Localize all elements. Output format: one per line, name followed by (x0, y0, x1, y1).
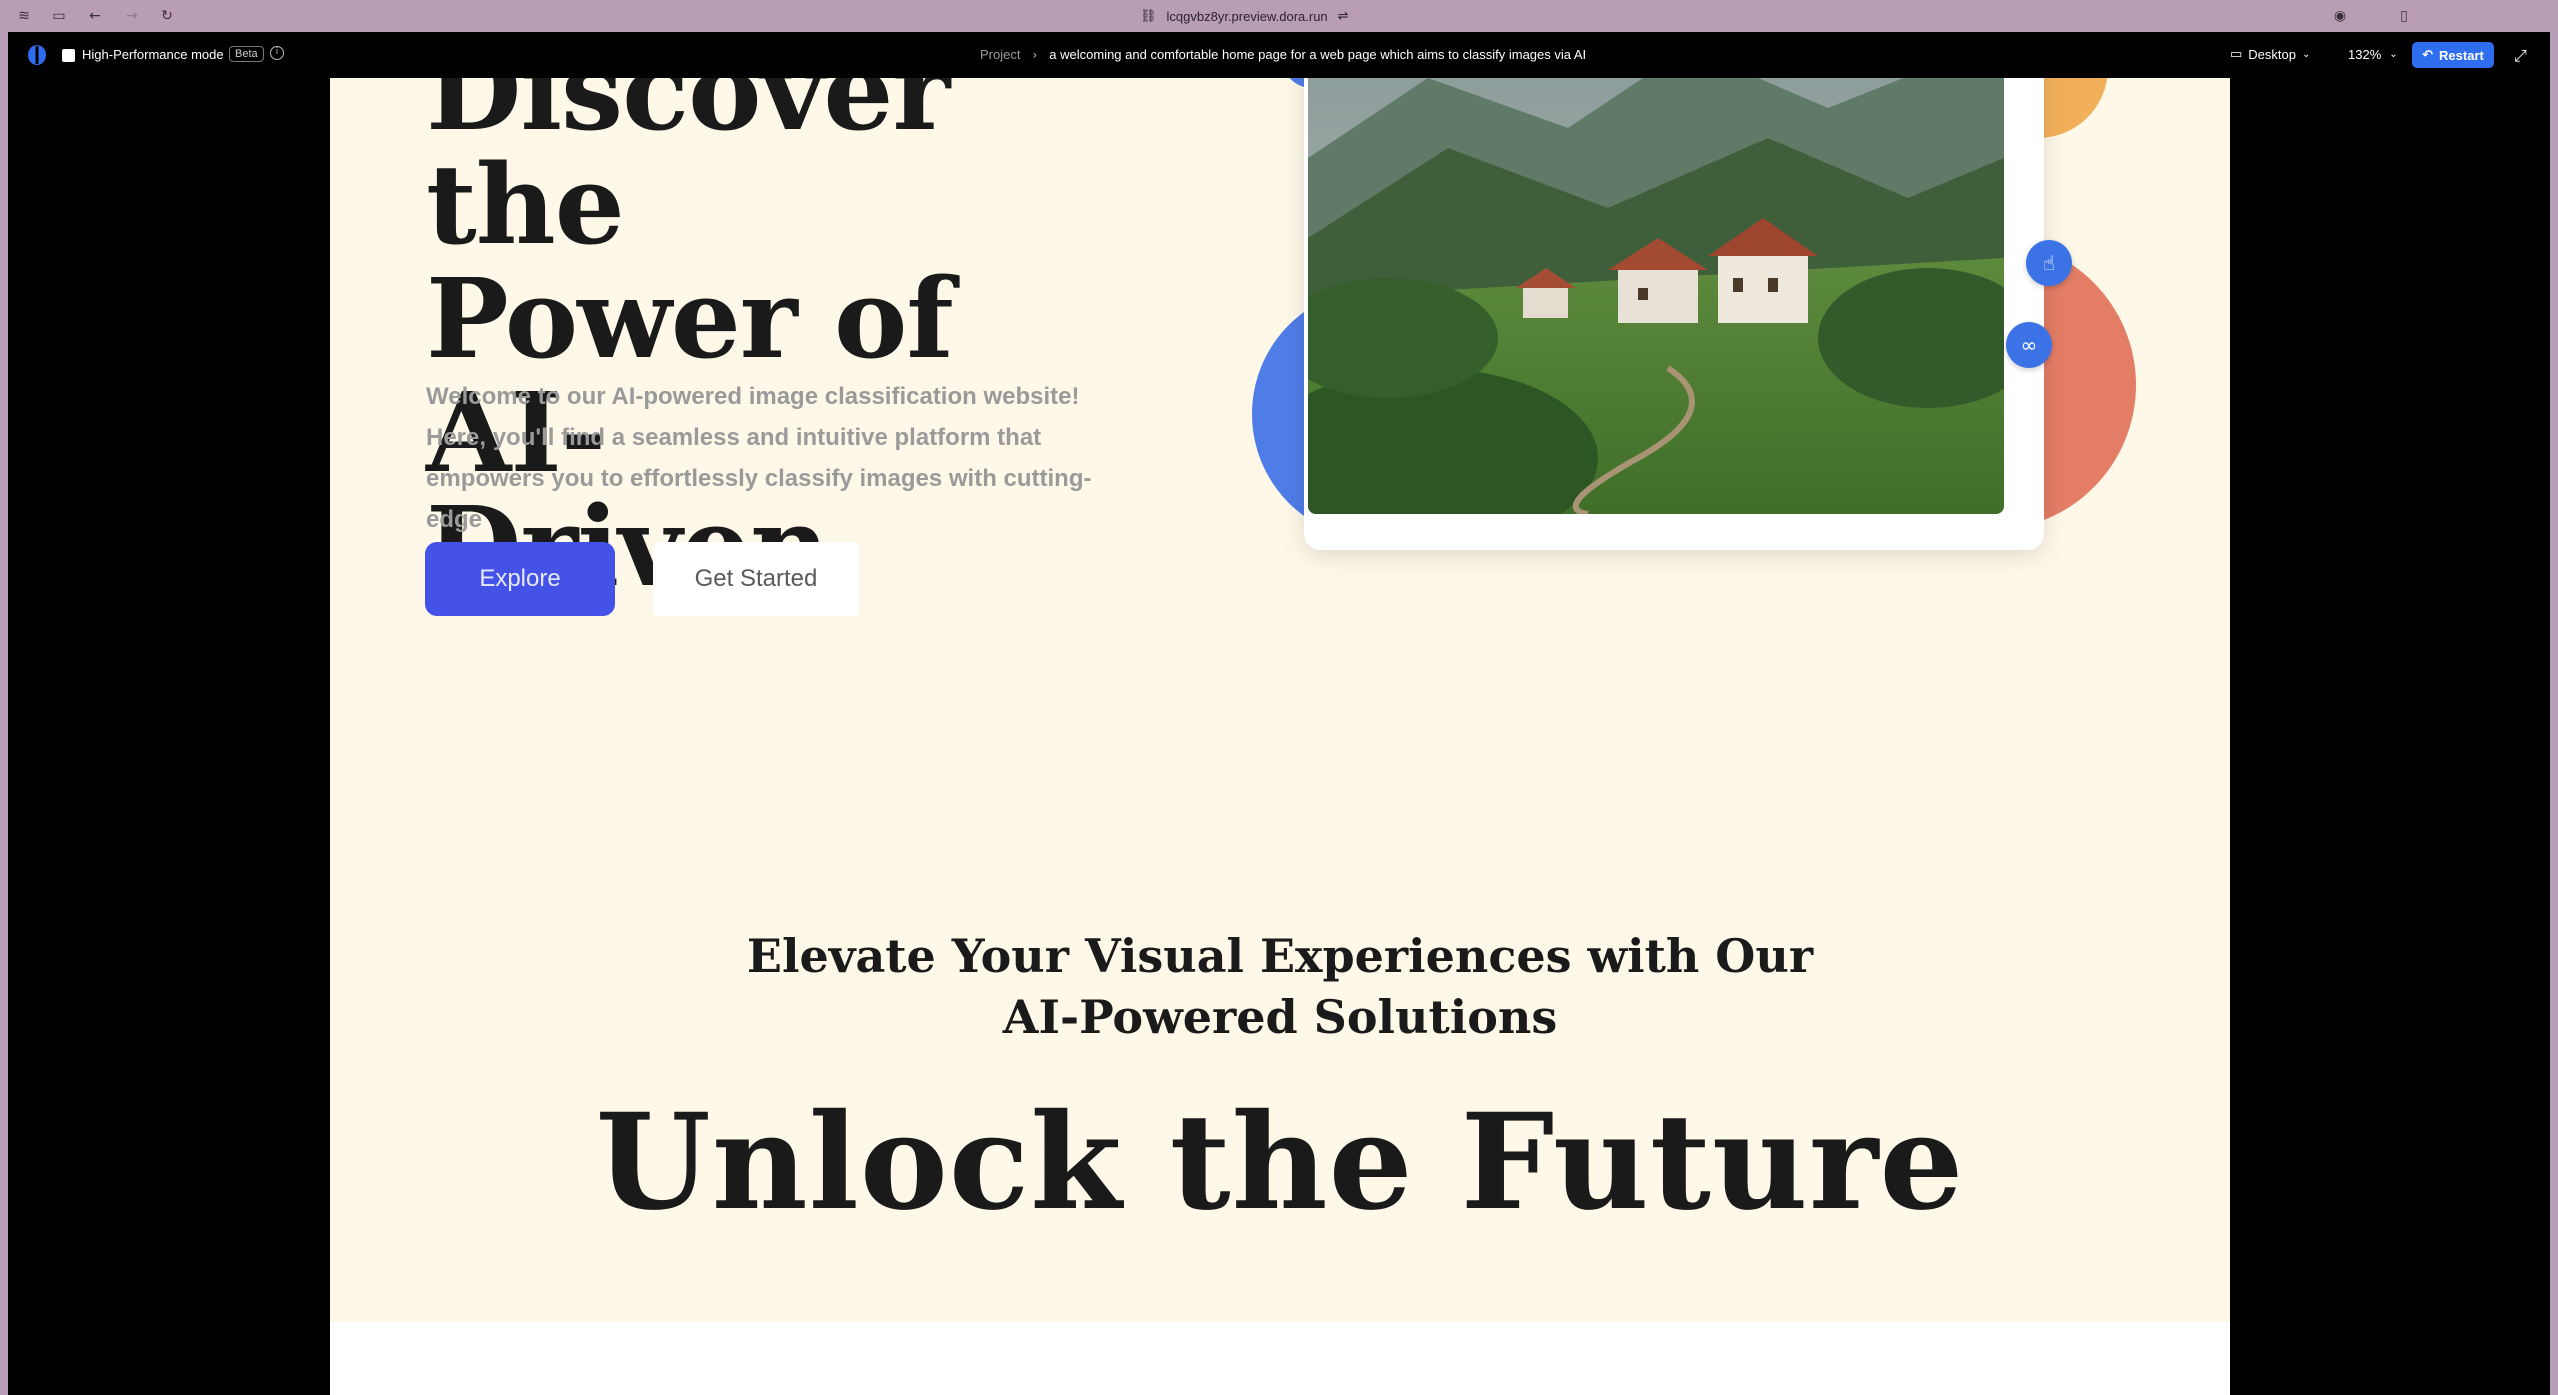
device-selector[interactable]: ▭ Desktop ⌄ (2230, 47, 2310, 62)
get-started-button[interactable]: Get Started (653, 542, 859, 616)
section-heading-text: Elevate Your Visual Experiences with Our… (746, 929, 1814, 1044)
browser-logo-icon: ≋ (18, 8, 30, 24)
split-view-icon[interactable]: ▯ (2396, 8, 2412, 24)
browser-chrome: ≋ ▭ ← → ↻ ⛓ lcqgvbz8yr.preview.dora.run … (0, 0, 2558, 32)
high-performance-checkbox[interactable] (62, 49, 75, 62)
chevron-right-icon: › (1032, 47, 1038, 62)
restart-label: Restart (2439, 47, 2484, 63)
app-frame: High-Performance mode Beta i Project › a… (8, 32, 2550, 1395)
url-text: lcqgvbz8yr.preview.dora.run (1166, 8, 1328, 24)
page-preview: Discover the Power of AI- Driven Welcome… (330, 78, 2230, 1395)
back-icon[interactable]: ← (87, 8, 103, 24)
explore-button[interactable]: Explore (425, 542, 615, 616)
link-icon: ⛓ (1140, 8, 1157, 24)
unlock-heading: Unlock the Future (595, 1085, 1965, 1240)
hero-title-line: Discover the (426, 78, 950, 269)
beta-badge: Beta (229, 46, 264, 62)
expand-icon[interactable]: ⤢ (2514, 46, 2527, 66)
dora-logo-icon (28, 45, 46, 65)
landscape-photo (1308, 78, 2004, 514)
link-icon[interactable]: ∞ (2006, 322, 2052, 368)
breadcrumb-project[interactable]: Project (980, 47, 1020, 62)
chevron-down-icon: ⌄ (2302, 49, 2311, 60)
reload-icon[interactable]: ↻ (159, 8, 175, 24)
undo-icon: ↶ (2422, 47, 2434, 63)
site-settings-icon[interactable]: ⇌ (1338, 9, 1349, 24)
device-label: Desktop (2248, 47, 2296, 62)
hand-sparkle-icon[interactable]: ☝ (2026, 240, 2072, 286)
zoom-label: 132% (2348, 47, 2382, 62)
hero-subtitle: Welcome to our AI-powered image classifi… (426, 383, 1092, 533)
address-bar[interactable]: ⛓ lcqgvbz8yr.preview.dora.run ⇌ (1140, 7, 1349, 25)
info-icon[interactable]: i (270, 46, 284, 60)
extension-icon[interactable]: ◉ (2332, 8, 2348, 24)
preview-toolbar: High-Performance mode Beta i Project › a… (8, 32, 2550, 78)
high-performance-label: High-Performance mode (82, 47, 224, 62)
chevron-down-icon: ⌄ (2389, 49, 2398, 60)
next-section (330, 1322, 2230, 1395)
monitor-icon: ▭ (2230, 47, 2243, 62)
zoom-selector[interactable]: 132% ⌄ (2348, 47, 2398, 62)
section-heading: Elevate Your Visual Experiences with Our… (330, 926, 2230, 1048)
forward-icon[interactable]: → (124, 8, 140, 24)
restart-button[interactable]: ↶ Restart (2412, 42, 2494, 68)
sidebar-toggle-icon[interactable]: ▭ (51, 8, 67, 24)
breadcrumb: Project › a welcoming and comfortable ho… (980, 47, 1586, 62)
breadcrumb-page-title: a welcoming and comfortable home page fo… (1049, 47, 1587, 62)
